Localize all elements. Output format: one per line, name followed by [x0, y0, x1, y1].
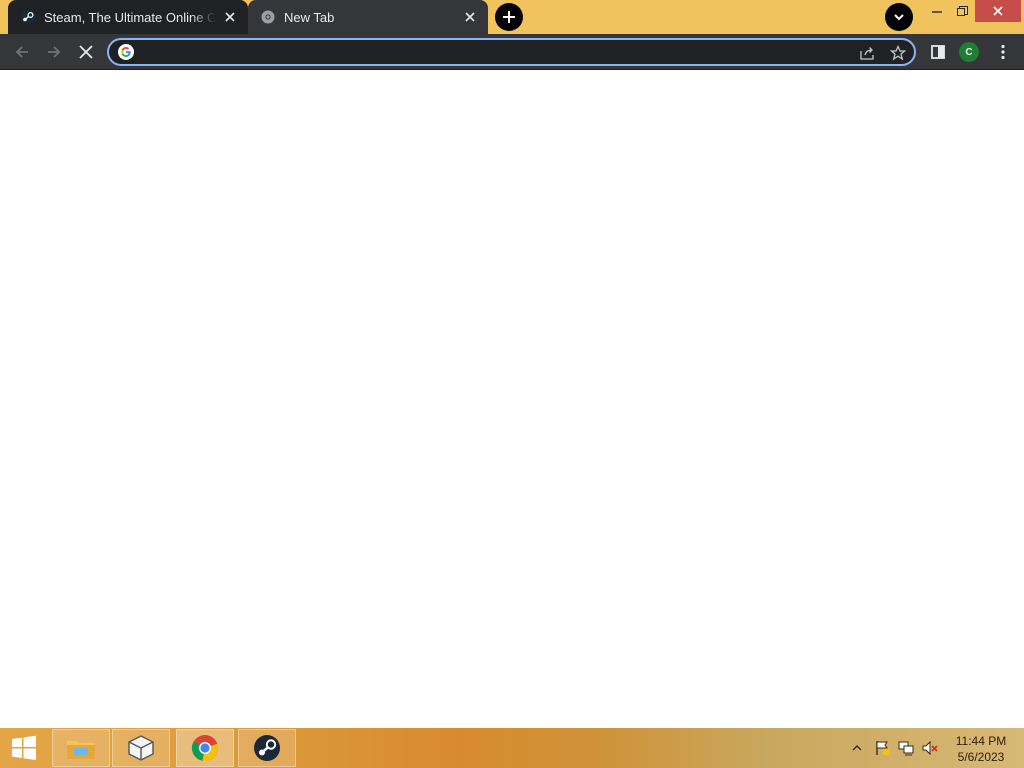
chevron-down-icon	[894, 14, 904, 21]
more-vertical-icon	[1001, 44, 1005, 60]
arrow-right-icon	[48, 46, 61, 58]
minimize-icon	[932, 11, 942, 13]
file-explorer-icon	[67, 741, 95, 759]
browser-toolbar: C	[0, 34, 1024, 70]
windows-logo-icon	[12, 735, 36, 760]
share-icon[interactable]	[857, 43, 877, 63]
tab-search-button[interactable]	[885, 3, 913, 31]
address-input[interactable]	[141, 40, 841, 64]
tab-strip: Steam, The Ultimate Online Game Platform…	[0, 0, 1024, 34]
profile-avatar[interactable]: C	[959, 42, 979, 62]
volume-muted-icon[interactable]	[922, 740, 938, 756]
tab-title: Steam, The Ultimate Online Game Platform	[44, 9, 216, 25]
chrome-newtab-icon	[260, 9, 276, 25]
restore-button[interactable]	[947, 0, 977, 22]
show-hidden-icons-button[interactable]	[849, 740, 865, 756]
action-center-flag-icon[interactable]	[874, 740, 890, 756]
address-bar[interactable]	[107, 38, 916, 66]
plus-icon	[503, 11, 515, 23]
close-window-button[interactable]	[975, 0, 1021, 22]
close-icon	[79, 45, 93, 59]
tab-steam[interactable]: Steam, The Ultimate Online Game Platform	[8, 0, 248, 34]
side-panel-button[interactable]	[925, 39, 951, 65]
start-button[interactable]	[0, 728, 48, 768]
back-button[interactable]	[9, 39, 35, 65]
taskbar-app-box[interactable]	[112, 729, 170, 767]
arrow-left-icon	[15, 46, 28, 58]
steam-icon	[254, 735, 280, 761]
taskbar-chrome[interactable]	[176, 729, 234, 767]
windows-taskbar: 11:44 PM 5/6/2023	[0, 728, 1024, 768]
clock-time: 11:44 PM	[955, 734, 1007, 748]
close-icon[interactable]	[222, 9, 238, 25]
menu-button[interactable]	[990, 39, 1016, 65]
chrome-icon	[191, 735, 218, 761]
page-content	[0, 71, 1024, 728]
tab-new-tab[interactable]: New Tab	[248, 0, 488, 34]
taskbar-steam[interactable]	[238, 729, 296, 767]
bookmark-star-icon[interactable]	[888, 43, 908, 63]
new-tab-button[interactable]	[495, 3, 523, 31]
close-icon[interactable]	[462, 9, 478, 25]
clock-date: 5/6/2023	[957, 750, 1005, 764]
system-clock[interactable]: 11:44 PM 5/6/2023	[946, 733, 1016, 765]
restore-icon	[956, 5, 968, 16]
google-icon	[118, 44, 134, 60]
tab-title: New Tab	[284, 9, 335, 25]
stop-loading-button[interactable]	[73, 39, 99, 65]
forward-button[interactable]	[41, 39, 67, 65]
side-panel-icon	[931, 45, 945, 59]
close-icon	[993, 6, 1003, 16]
app-box-icon	[128, 735, 154, 761]
chevron-up-icon	[852, 745, 862, 751]
network-icon[interactable]	[898, 740, 914, 756]
taskbar-file-explorer[interactable]	[52, 729, 110, 767]
steam-icon	[20, 9, 36, 25]
